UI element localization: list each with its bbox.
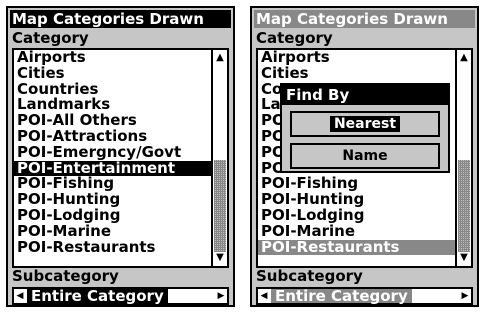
window-title: Map Categories Drawn [10, 10, 231, 28]
gps-screen-left: Map Categories Drawn Category Airports C… [6, 6, 235, 307]
list-item[interactable]: POI-Fishing [14, 176, 211, 192]
list-item-selected[interactable]: POI-Restaurants [258, 239, 455, 256]
list-item[interactable]: POI-Marine [258, 224, 455, 240]
arrow-down-icon[interactable]: ▼ [457, 250, 471, 266]
list-item[interactable]: Cities [14, 66, 211, 82]
list-item[interactable]: POI-Restaurants [14, 240, 211, 256]
list-item[interactable]: POI-Marine [14, 224, 211, 240]
arrow-right-icon[interactable]: ▶ [215, 289, 227, 303]
list-scrollbar[interactable]: ▲ ▼ [211, 50, 227, 266]
scrollbar-thumb[interactable] [214, 160, 226, 252]
list-item[interactable]: Airports [258, 50, 455, 66]
subcategory-label: Subcategory [256, 267, 363, 285]
list-item[interactable]: Airports [14, 50, 211, 66]
subcategory-selector[interactable]: ◀ Entire Category ▶ [12, 287, 229, 305]
subcategory-value[interactable]: Entire Category [271, 289, 412, 304]
subcategory-selector[interactable]: ◀ Entire Category ▶ [256, 287, 473, 305]
category-listbox[interactable]: Airports Cities Countries Landmarks POI-… [12, 48, 229, 268]
scrollbar-thumb[interactable] [458, 160, 470, 252]
list-item[interactable]: POI-Hunting [14, 192, 211, 208]
arrow-right-icon[interactable]: ▶ [459, 289, 471, 303]
list-scrollbar[interactable]: ▲ ▼ [455, 50, 471, 266]
arrow-up-icon[interactable]: ▲ [213, 50, 227, 66]
window-title: Map Categories Drawn [254, 10, 475, 28]
subcategory-value[interactable]: Entire Category [27, 289, 168, 304]
list-item[interactable]: POI-Fishing [258, 176, 455, 192]
list-item[interactable]: Cities [258, 66, 455, 82]
list-item[interactable]: POI-Hunting [258, 192, 455, 208]
gps-screen-right: Map Categories Drawn Category Airports C… [250, 6, 479, 307]
list-item[interactable]: POI-Attractions [14, 129, 211, 145]
category-label: Category [12, 29, 89, 47]
arrow-down-icon[interactable]: ▼ [213, 250, 227, 266]
name-button[interactable]: Name [290, 143, 440, 169]
nearest-button-label: Nearest [329, 116, 401, 132]
list-item[interactable]: POI-Lodging [14, 208, 211, 224]
category-label: Category [256, 29, 333, 47]
find-by-dialog: Find By Nearest Name [280, 83, 450, 173]
list-item[interactable]: POI-All Others [14, 113, 211, 129]
arrow-left-icon[interactable]: ◀ [14, 289, 26, 303]
subcategory-label: Subcategory [12, 267, 119, 285]
dialog-title: Find By [282, 85, 448, 105]
list-item[interactable]: Countries [14, 82, 211, 98]
name-button-label: Name [342, 148, 388, 164]
list-item-selected[interactable]: POI-Entertainment [14, 160, 211, 177]
list-item[interactable]: POI-Emergncy/Govt [14, 145, 211, 161]
arrow-up-icon[interactable]: ▲ [457, 50, 471, 66]
category-list: Airports Cities Countries Landmarks POI-… [14, 50, 211, 255]
arrow-left-icon[interactable]: ◀ [258, 289, 270, 303]
nearest-button[interactable]: Nearest [290, 111, 440, 137]
list-item[interactable]: POI-Lodging [258, 208, 455, 224]
list-item[interactable]: Landmarks [14, 97, 211, 113]
